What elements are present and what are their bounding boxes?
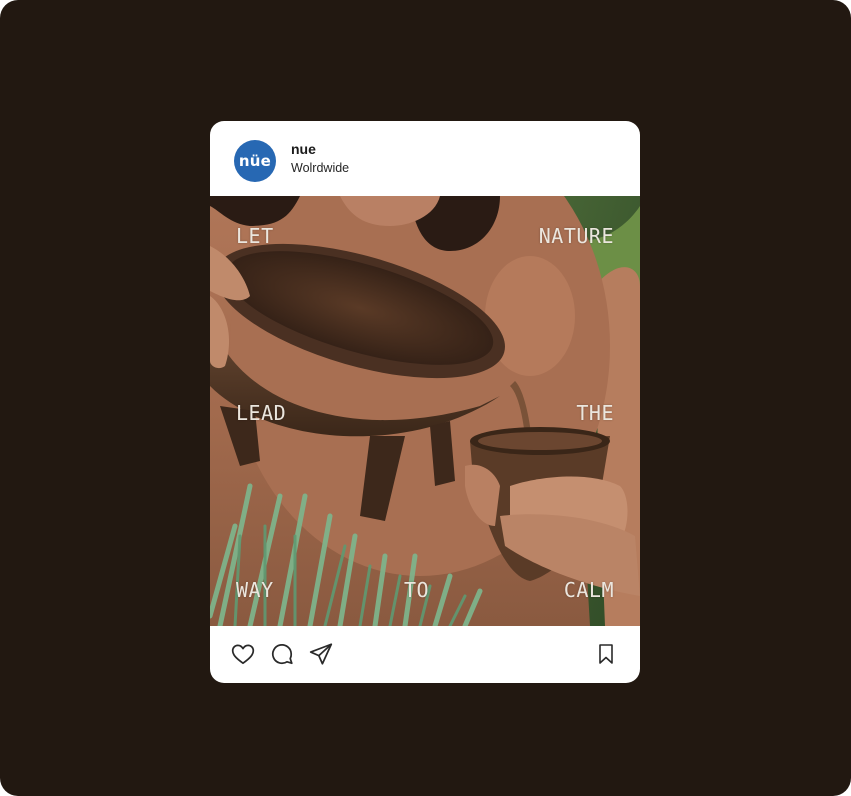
post-image[interactable]: LET NATURE LEAD THE WAY TO CALM xyxy=(210,196,640,626)
overlay-word-the: THE xyxy=(576,401,614,425)
save-button[interactable] xyxy=(593,641,619,667)
like-button[interactable] xyxy=(230,641,256,667)
page-background: nüe nue Wolrdwide LET NATURE LEAD THE WA… xyxy=(0,0,851,796)
instagram-post-card: nüe nue Wolrdwide LET NATURE LEAD THE WA… xyxy=(210,121,640,683)
bookmark-icon xyxy=(599,644,613,664)
share-button[interactable] xyxy=(308,641,334,667)
comment-button[interactable] xyxy=(269,641,295,667)
location[interactable]: Wolrdwide xyxy=(291,161,349,175)
avatar[interactable]: nüe xyxy=(234,140,276,182)
post-header: nüe nue Wolrdwide xyxy=(210,121,640,196)
overlay-word-let: LET xyxy=(236,224,274,248)
post-actions-bar xyxy=(210,626,640,683)
comment-icon xyxy=(271,643,293,665)
heart-icon xyxy=(231,644,255,665)
overlay-word-calm: CALM xyxy=(563,578,614,602)
avatar-logo-text: nüe xyxy=(238,152,272,170)
send-icon xyxy=(309,643,333,665)
overlay-word-lead: LEAD xyxy=(236,401,287,425)
overlay-word-way: WAY xyxy=(236,578,274,602)
overlay-word-nature: NATURE xyxy=(538,224,614,248)
username[interactable]: nue xyxy=(291,141,316,157)
overlay-word-to: TO xyxy=(404,578,430,602)
